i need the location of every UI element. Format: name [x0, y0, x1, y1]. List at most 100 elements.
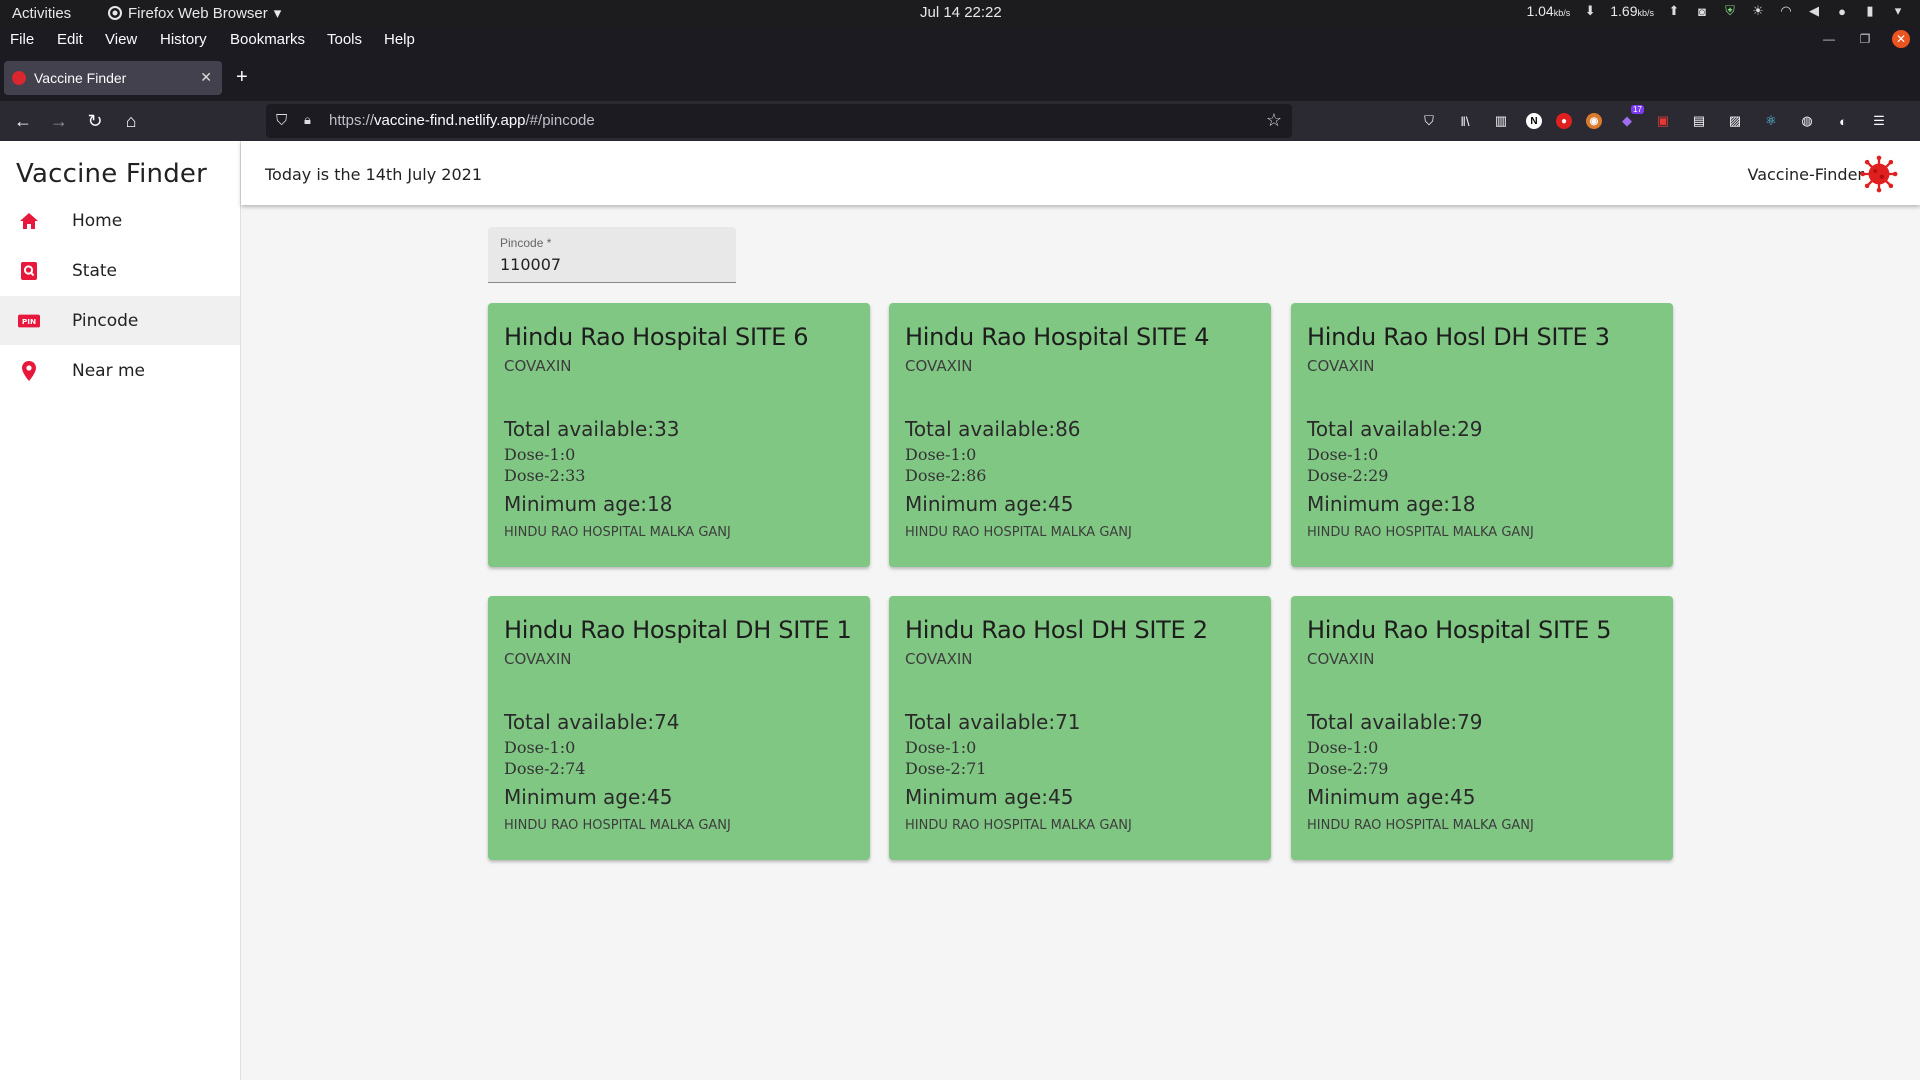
- notion-extension-icon[interactable]: N: [1526, 113, 1542, 129]
- library-icon[interactable]: ‖\: [1454, 111, 1476, 131]
- shield-tray-icon[interactable]: ⛨: [1722, 3, 1738, 19]
- image-extension-icon[interactable]: ▨: [1724, 111, 1746, 131]
- dose1-count: Dose-1:0: [905, 445, 977, 464]
- back-arrow-icon[interactable]: ←: [12, 110, 34, 132]
- reload-icon[interactable]: ↻: [84, 110, 106, 132]
- center-name: Hindu Rao Hospital SITE 5: [1307, 616, 1612, 644]
- react-devtools-icon[interactable]: ⚛: [1760, 111, 1782, 131]
- menu-help[interactable]: Help: [384, 31, 415, 48]
- pincode-label: Pincode *: [500, 236, 552, 250]
- dose1-count: Dose-1:0: [504, 445, 576, 464]
- minimum-age: Minimum age:18: [1307, 492, 1476, 516]
- new-tab-plus-icon[interactable]: +: [236, 66, 248, 89]
- tab-bar: Vaccine Finder ✕ +: [0, 54, 1920, 101]
- wifi-icon[interactable]: ◠: [1778, 3, 1794, 19]
- lock-icon[interactable]: 🔒︎: [304, 112, 311, 128]
- sidebar-item-home[interactable]: Home: [0, 196, 240, 245]
- pincode-input[interactable]: [500, 255, 720, 274]
- sidebar-item-label: Near me: [72, 360, 146, 381]
- sidebar-item-pincode[interactable]: PIN Pincode: [0, 296, 240, 345]
- home-toolbar-icon[interactable]: ⌂: [120, 110, 142, 132]
- dose1-count: Dose-1:0: [905, 738, 977, 757]
- tracking-shield-icon[interactable]: ⛉: [276, 112, 287, 129]
- globe-extension-icon[interactable]: ◍: [1796, 111, 1818, 131]
- center-address: HINDU RAO HOSPITAL MALKA GANJ: [504, 818, 731, 833]
- center-name: Hindu Rao Hospital DH SITE 1: [504, 616, 852, 644]
- sidebar-item-label: Home: [72, 210, 123, 231]
- center-card: Hindu Rao Hospital SITE 4 COVAXIN Total …: [889, 303, 1271, 567]
- discord-icon[interactable]: ◙: [1694, 3, 1710, 19]
- dose1-count: Dose-1:0: [1307, 445, 1379, 464]
- total-available: Total available:71: [905, 710, 1081, 734]
- vaccine-name: COVAXIN: [504, 650, 572, 668]
- brightness-icon[interactable]: ☀: [1750, 3, 1766, 19]
- pin-icon: PIN: [18, 310, 40, 332]
- battery-icon[interactable]: ▮: [1862, 3, 1878, 19]
- vaccine-name: COVAXIN: [1307, 357, 1375, 375]
- sidebar-item-label: State: [72, 260, 117, 281]
- activities-button[interactable]: Activities: [12, 5, 71, 22]
- total-available: Total available:79: [1307, 710, 1483, 734]
- minimum-age: Minimum age:45: [504, 785, 673, 809]
- center-card: Hindu Rao Hospital SITE 5 COVAXIN Total …: [1291, 596, 1673, 860]
- vaccine-name: COVAXIN: [504, 357, 572, 375]
- screenshot-extension-icon[interactable]: ▣: [1652, 111, 1674, 131]
- chevron-down-icon: ▾: [273, 5, 282, 22]
- forward-arrow-icon[interactable]: →: [48, 110, 70, 132]
- restore-icon[interactable]: ❐: [1856, 30, 1874, 48]
- total-available: Total available:29: [1307, 417, 1483, 441]
- pincode-field[interactable]: Pincode *: [488, 227, 736, 283]
- hamburger-menu-icon[interactable]: ☰: [1868, 111, 1890, 131]
- center-card: Hindu Rao Hosl DH SITE 2 COVAXIN Total a…: [889, 596, 1271, 860]
- system-top-bar: Activities Firefox Web Browser ▾ Jul 14 …: [0, 0, 1920, 27]
- center-address: HINDU RAO HOSPITAL MALKA GANJ: [504, 525, 731, 540]
- center-card: Hindu Rao Hosl DH SITE 3 COVAXIN Total a…: [1291, 303, 1673, 567]
- minimize-icon[interactable]: —: [1820, 30, 1838, 48]
- app-menu[interactable]: Firefox Web Browser ▾: [108, 4, 281, 22]
- sidebar-item-state[interactable]: State: [0, 246, 240, 295]
- location-icon: [18, 360, 40, 382]
- orange-extension-icon[interactable]: ◉: [1586, 113, 1602, 129]
- menu-bookmarks[interactable]: Bookmarks: [230, 31, 305, 48]
- url-text[interactable]: https://vaccine-find.netlify.app/#/pinco…: [329, 112, 595, 129]
- center-name: Hindu Rao Hospital SITE 4: [905, 323, 1210, 351]
- dose1-count: Dose-1:0: [504, 738, 576, 757]
- power-menu-icon[interactable]: ▾: [1890, 3, 1906, 19]
- close-window-icon[interactable]: ✕: [1892, 30, 1910, 48]
- clock[interactable]: Jul 14 22:22: [920, 4, 1002, 21]
- menu-view[interactable]: View: [105, 31, 137, 48]
- bookmark-star-icon[interactable]: ☆: [1266, 110, 1282, 131]
- minimum-age: Minimum age:45: [1307, 785, 1476, 809]
- pocket-icon[interactable]: ⛉: [1418, 111, 1440, 131]
- sidebar-toggle-icon[interactable]: ▥: [1490, 111, 1512, 131]
- purple-extension-icon[interactable]: ◆ 17: [1616, 105, 1644, 131]
- sidebar-item-near-me[interactable]: Near me: [0, 346, 240, 395]
- center-name: Hindu Rao Hosl DH SITE 2: [905, 616, 1208, 644]
- browser-menubar: File Edit View History Bookmarks Tools H…: [0, 27, 1920, 54]
- microphone-icon[interactable]: ●: [1834, 3, 1850, 19]
- extension-badge: 17: [1631, 105, 1644, 114]
- search-icon: [18, 260, 40, 282]
- dose2-count: Dose-2:86: [905, 466, 987, 485]
- menu-tools[interactable]: Tools: [327, 31, 362, 48]
- center-address: HINDU RAO HOSPITAL MALKA GANJ: [1307, 818, 1534, 833]
- extensions-toolbar: ⛉ ‖\ ▥ N ● ◉ ◆ 17 ▣ ▤ ▨ ⚛ ◍ ◐ ☰: [1418, 105, 1890, 131]
- menu-history[interactable]: History: [160, 31, 207, 48]
- center-name: Hindu Rao Hospital SITE 6: [504, 323, 809, 351]
- tab-vaccine-finder[interactable]: Vaccine Finder ✕: [4, 61, 222, 95]
- vaccine-name: COVAXIN: [1307, 650, 1375, 668]
- document-extension-icon[interactable]: ▤: [1688, 111, 1710, 131]
- menu-file[interactable]: File: [10, 31, 34, 48]
- dark-extension-icon[interactable]: ◐: [1832, 111, 1854, 131]
- url-bar[interactable]: ⛉ 🔒︎ https://vaccine-find.netlify.app/#/…: [266, 104, 1292, 138]
- close-tab-icon[interactable]: ✕: [200, 69, 212, 86]
- net-down-speed: 1.04kb/s: [1526, 3, 1571, 19]
- total-available: Total available:33: [504, 417, 680, 441]
- menu-edit[interactable]: Edit: [57, 31, 83, 48]
- vaccine-name: COVAXIN: [905, 650, 973, 668]
- red-extension-icon[interactable]: ●: [1556, 113, 1572, 129]
- volume-icon[interactable]: ◀: [1806, 3, 1822, 19]
- net-up-speed: 1.69kb/s: [1610, 3, 1654, 19]
- arrow-up-icon: ⬆: [1668, 3, 1680, 18]
- date-text: Today is the 14th July 2021: [265, 165, 483, 184]
